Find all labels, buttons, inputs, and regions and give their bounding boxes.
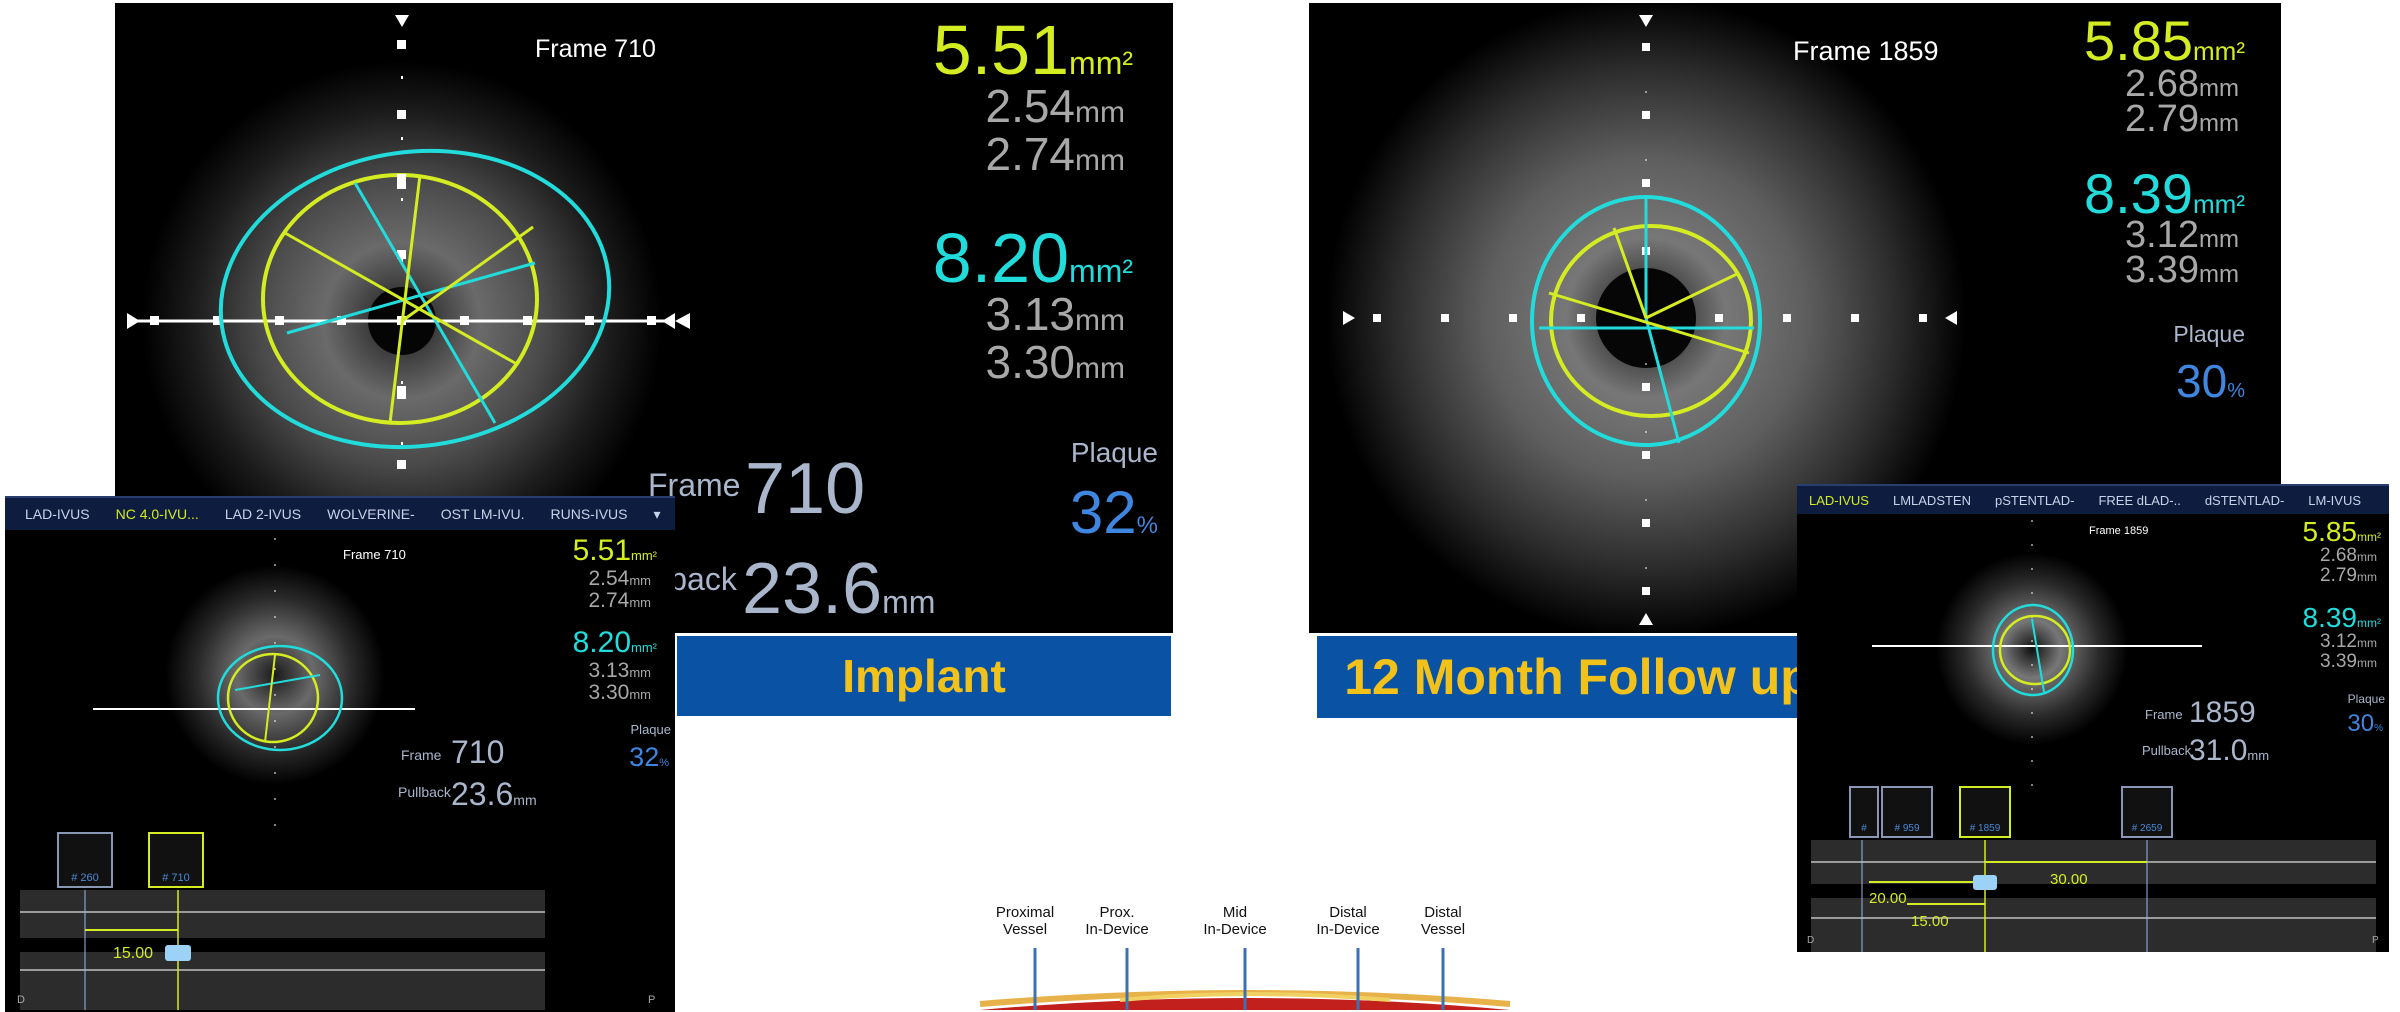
console-vessel-max: 3.30mm bbox=[588, 681, 651, 704]
console-pullback-word: Pullback bbox=[398, 784, 451, 800]
console-frame-title: Frame 710 bbox=[343, 547, 406, 562]
vessel-max-diameter: 3.30mm bbox=[985, 336, 1125, 388]
tab-pstentlad[interactable]: pSTENTLAD- bbox=[1995, 493, 2074, 508]
followup-banner: 12 Month Follow up bbox=[1315, 634, 1840, 720]
thumbnail-frame-710[interactable]: # 710 bbox=[148, 832, 204, 888]
console-plaque-value: 32% bbox=[629, 742, 669, 772]
frame-number: 710 bbox=[745, 449, 866, 529]
vessel-diagram-graphic bbox=[979, 948, 1511, 1010]
thumbnail-frame-260[interactable]: # 260 bbox=[57, 832, 113, 888]
vessel-area-unit: mm² bbox=[1069, 253, 1133, 289]
followup-console-frame-title: Frame 1859 bbox=[2089, 525, 2149, 537]
plaque-label: Plaque bbox=[1070, 437, 1158, 468]
console-plaque-label: Plaque bbox=[630, 722, 671, 737]
console-frame-number: 710 bbox=[451, 734, 505, 770]
followup-lumen-area: 5.85mm² bbox=[2084, 9, 2245, 72]
corner-d-label: D bbox=[17, 994, 25, 1006]
followup-measure-a: 30.00 bbox=[2050, 871, 2088, 888]
followup-frame-title: Frame 1859 bbox=[1793, 36, 1939, 66]
implant-longitudinal-view bbox=[20, 890, 545, 1010]
pullback-value: 23.6mm bbox=[742, 549, 936, 629]
followup-thumbnail-2659[interactable]: # 2659 bbox=[2121, 786, 2173, 838]
tab-lm-ivus[interactable]: LM-IVUS bbox=[2308, 493, 2361, 508]
tab-ost-lm-ivus[interactable]: OST LM-IVU. bbox=[441, 506, 525, 522]
followup-console-plaque-value: 30% bbox=[2347, 710, 2383, 737]
console-pullback-value: 23.6mm bbox=[451, 776, 537, 812]
tab-dstentlad[interactable]: dSTENTLAD- bbox=[2205, 493, 2284, 508]
tab-lad-ivus-followup[interactable]: LAD-IVUS bbox=[1809, 493, 1869, 508]
vessel-area-value: 8.20mm² bbox=[933, 223, 1133, 293]
tab-lad-ivus[interactable]: LAD-IVUS bbox=[25, 506, 90, 522]
lumen-area-value: 5.51mm² bbox=[933, 15, 1133, 85]
vessel-segment-diagram: Proximal Vessel Prox. In-Device Mid In-Devi… bbox=[970, 900, 1530, 1010]
lumen-area-number: 5.51 bbox=[932, 11, 1070, 89]
tab-runs-ivus[interactable]: RUNS-IVUS bbox=[550, 506, 627, 522]
console-vessel-area: 8.20mm² bbox=[572, 626, 657, 659]
followup-console-vessel-min: 3.12mm bbox=[2320, 631, 2377, 652]
lumen-max-diameter: 2.74mm bbox=[985, 128, 1125, 180]
tab-nc-ivus[interactable]: NC 4.0-IVU... bbox=[116, 506, 199, 522]
frame-title: Frame 710 bbox=[535, 35, 656, 63]
followup-console-lumen-max: 2.79mm bbox=[2320, 565, 2377, 586]
followup-console-plaque-label: Plaque bbox=[2347, 692, 2385, 706]
followup-series-tabs: LAD-IVUS LMLADSTEN pSTENTLAD- FREE dLAD-… bbox=[1797, 486, 2389, 514]
console-lumen-max: 2.74mm bbox=[588, 589, 651, 612]
implant-banner: Implant bbox=[675, 634, 1173, 718]
tab-lad2-ivus[interactable]: LAD 2-IVUS bbox=[225, 506, 301, 522]
followup-lumen-max: 2.79mm bbox=[2125, 98, 2239, 140]
console-lumen-area: 5.51mm² bbox=[572, 534, 657, 567]
tab-wolverine[interactable]: WOLVERINE- bbox=[327, 506, 415, 522]
followup-console-vessel-max: 3.39mm bbox=[2320, 651, 2377, 672]
followup-plaque-label: Plaque bbox=[2173, 321, 2245, 347]
followup-thumbnail-959[interactable]: # 959 bbox=[1881, 786, 1933, 838]
lumen-area-unit: mm² bbox=[1069, 45, 1133, 81]
followup-console-frame-number: 1859 bbox=[2189, 696, 2256, 729]
vessel-area-number: 8.20 bbox=[932, 219, 1070, 297]
followup-plaque-value: 30% bbox=[2176, 355, 2245, 407]
lumen-min-diameter: 2.54mm bbox=[985, 80, 1125, 132]
followup-console-frame-word: Frame bbox=[2145, 707, 2183, 722]
followup-console-lumen-area: 5.85mm² bbox=[2302, 516, 2382, 547]
console-lumen-min: 2.54mm bbox=[588, 567, 651, 590]
followup-corner-d: D bbox=[1807, 935, 1815, 946]
corner-p-label: P bbox=[648, 994, 656, 1006]
implant-measure-length: 15.00 bbox=[113, 945, 154, 962]
tabs-dropdown-icon[interactable]: ▾ bbox=[654, 506, 661, 523]
followup-thumbnail-1859[interactable]: # 1859 bbox=[1959, 786, 2011, 838]
plaque-value: 32% bbox=[1069, 479, 1158, 546]
followup-console-pullback-word: Pullback bbox=[2142, 743, 2192, 758]
followup-measure-b: 20.00 bbox=[1869, 890, 1907, 907]
console-vessel-min: 3.13mm bbox=[588, 659, 651, 682]
implant-series-tabs: LAD-IVUS NC 4.0-IVU... LAD 2-IVUS WOLVER… bbox=[5, 498, 675, 530]
implant-console-ivus-image bbox=[93, 538, 415, 830]
followup-console-pullback-value: 31.0mm bbox=[2189, 734, 2270, 767]
vessel-min-diameter: 3.13mm bbox=[985, 288, 1125, 340]
followup-measure-c: 15.00 bbox=[1911, 913, 1949, 930]
implant-console-panel: LAD-IVUS NC 4.0-IVU... LAD 2-IVUS WOLVER… bbox=[5, 496, 675, 1012]
followup-console-panel: LAD-IVUS LMLADSTEN pSTENTLAD- FREE dLAD-… bbox=[1797, 484, 2389, 952]
console-frame-word: Frame bbox=[401, 747, 442, 763]
tab-free-dlad[interactable]: FREE dLAD-.. bbox=[2098, 493, 2180, 508]
tab-lmladsten[interactable]: LMLADSTEN bbox=[1893, 493, 1971, 508]
followup-console-vessel-area: 8.39mm² bbox=[2302, 602, 2382, 633]
followup-console-lumen-min: 2.68mm bbox=[2320, 545, 2377, 566]
followup-corner-p: P bbox=[2372, 935, 2379, 946]
followup-vessel-max: 3.39mm bbox=[2125, 249, 2239, 291]
followup-thumbnail-1[interactable]: # bbox=[1849, 786, 1879, 838]
